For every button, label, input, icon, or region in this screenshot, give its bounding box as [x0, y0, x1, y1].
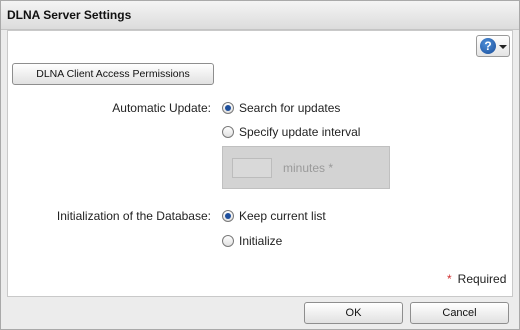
- title-bar: DLNA Server Settings: [1, 1, 519, 30]
- radio-button[interactable]: [222, 102, 234, 114]
- radio-label: Initialize: [239, 234, 283, 248]
- database-init-label: Initialization of the Database:: [56, 209, 211, 223]
- question-mark-icon: ?: [480, 38, 496, 54]
- required-text: Required: [457, 272, 507, 286]
- chevron-down-icon: [499, 45, 507, 49]
- ok-button[interactable]: OK: [304, 302, 403, 324]
- required-note: * Required: [447, 272, 506, 286]
- unit-text: minutes: [283, 161, 326, 175]
- interval-unit-label: minutes *: [283, 161, 333, 175]
- radio-label: Specify update interval: [239, 125, 361, 139]
- update-interval-group: minutes *: [222, 146, 390, 189]
- radio-button[interactable]: [222, 210, 234, 222]
- help-button[interactable]: ?: [476, 35, 510, 57]
- radio-button[interactable]: [222, 126, 234, 138]
- required-mark: *: [328, 161, 334, 175]
- cancel-button[interactable]: Cancel: [410, 302, 509, 324]
- radio-label: Search for updates: [239, 101, 341, 115]
- radio-specify-update-interval[interactable]: Specify update interval: [222, 125, 382, 141]
- interval-minutes-input: [232, 158, 272, 178]
- radio-search-for-updates[interactable]: Search for updates: [222, 101, 372, 117]
- radio-initialize[interactable]: Initialize: [222, 234, 322, 250]
- radio-keep-current-list[interactable]: Keep current list: [222, 209, 362, 225]
- automatic-update-label: Automatic Update:: [112, 101, 211, 115]
- dlna-settings-dialog: DLNA Server Settings ? DLNA Client Acces…: [0, 0, 520, 330]
- dialog-title: DLNA Server Settings: [7, 8, 132, 22]
- required-star: *: [447, 272, 452, 286]
- radio-label: Keep current list: [239, 209, 326, 223]
- client-access-permissions-button[interactable]: DLNA Client Access Permissions: [12, 63, 214, 85]
- radio-button[interactable]: [222, 235, 234, 247]
